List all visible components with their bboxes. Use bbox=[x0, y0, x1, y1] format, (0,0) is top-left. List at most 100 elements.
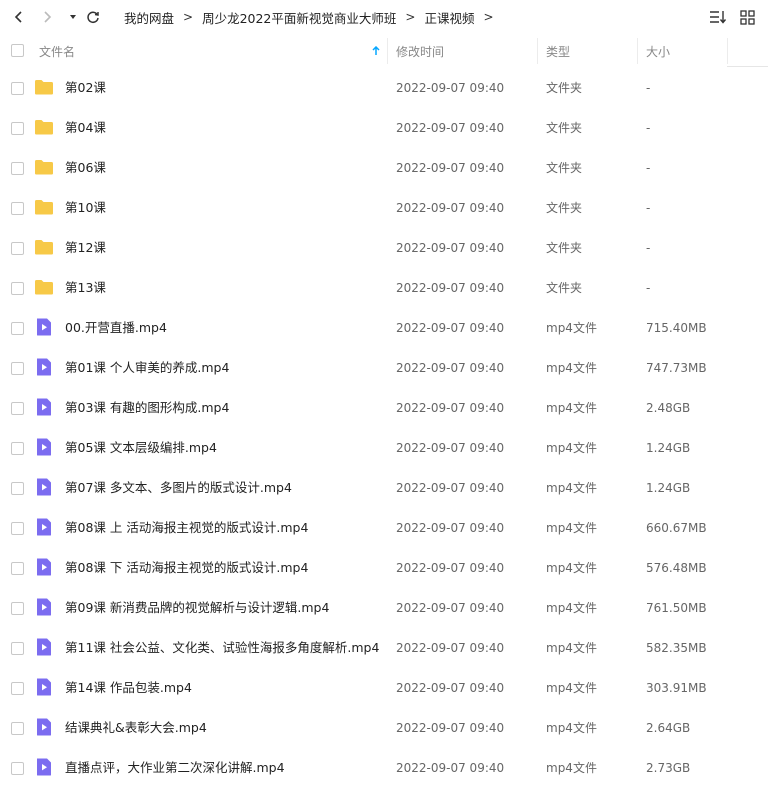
file-name[interactable]: 第09课 新消费品牌的视觉解析与设计逻辑.mp4 bbox=[65, 588, 329, 628]
sort-list-icon bbox=[710, 11, 727, 24]
refresh-button[interactable] bbox=[83, 7, 103, 27]
column-divider[interactable] bbox=[387, 38, 388, 64]
file-size: 2.64GB bbox=[646, 721, 691, 735]
file-name[interactable]: 第08课 上 活动海报主视觉的版式设计.mp4 bbox=[65, 508, 308, 548]
file-row[interactable]: 直播点评，大作业第二次深化讲解.mp4 2022-09-07 09:40 mp4文件… bbox=[0, 748, 768, 788]
file-type: mp4文件 bbox=[546, 761, 597, 775]
breadcrumb-item-my-drive[interactable]: 我的网盘 bbox=[124, 8, 174, 27]
folder-row[interactable]: 第06课 2022-09-07 09:40 文件夹 - bbox=[0, 148, 768, 188]
file-name[interactable]: 第02课 bbox=[65, 68, 106, 108]
column-divider[interactable] bbox=[637, 38, 638, 64]
breadcrumb-item-course[interactable]: 周少龙2022平面新视觉商业大师班 bbox=[202, 8, 396, 27]
row-checkbox[interactable] bbox=[11, 562, 24, 575]
row-checkbox[interactable] bbox=[11, 642, 24, 655]
grid-view-button[interactable] bbox=[738, 8, 756, 26]
file-type: 文件夹 bbox=[546, 81, 583, 95]
file-row[interactable]: 第03课 有趣的图形构成.mp4 2022-09-07 09:40 mp4文件 2.4… bbox=[0, 388, 768, 428]
file-type: 文件夹 bbox=[546, 121, 583, 135]
column-divider[interactable] bbox=[537, 38, 538, 64]
breadcrumb-separator: > bbox=[483, 10, 494, 24]
row-checkbox[interactable] bbox=[11, 202, 24, 215]
folder-row[interactable]: 第12课 2022-09-07 09:40 文件夹 - bbox=[0, 228, 768, 268]
file-modified-time: 2022-09-07 09:40 bbox=[396, 241, 505, 255]
file-row[interactable]: 第08课 下 活动海报主视觉的版式设计.mp4 2022-09-07 09:40 m… bbox=[0, 548, 768, 588]
column-divider[interactable] bbox=[727, 38, 728, 64]
row-checkbox[interactable] bbox=[11, 362, 24, 375]
file-row[interactable]: 第11课 社会公益、文化类、试验性海报多角度解析.mp4 2022-09-07 0… bbox=[0, 628, 768, 668]
file-name[interactable]: 第13课 bbox=[65, 268, 106, 308]
column-header-modified[interactable]: 修改时间 bbox=[396, 34, 444, 68]
file-name[interactable]: 第12课 bbox=[65, 228, 106, 268]
file-modified-time: 2022-09-07 09:40 bbox=[396, 321, 505, 335]
file-name[interactable]: 第05课 文本层级编排.mp4 bbox=[65, 428, 217, 468]
video-file-icon bbox=[34, 758, 54, 776]
file-name[interactable]: 结课典礼&表彰大会.mp4 bbox=[65, 708, 207, 748]
file-row[interactable]: 第01课 个人审美的养成.mp4 2022-09-07 09:40 mp4文件 747… bbox=[0, 348, 768, 388]
file-type: mp4文件 bbox=[546, 361, 597, 375]
file-name[interactable]: 第07课 多文本、多图片的版式设计.mp4 bbox=[65, 468, 292, 508]
file-row[interactable]: 结课典礼&表彰大会.mp4 2022-09-07 09:40 mp4文件 2.64GB bbox=[0, 708, 768, 748]
file-row[interactable]: 第05课 文本层级编排.mp4 2022-09-07 09:40 mp4文件 1.24… bbox=[0, 428, 768, 468]
file-name[interactable]: 第03课 有趣的图形构成.mp4 bbox=[65, 388, 229, 428]
row-checkbox[interactable] bbox=[11, 442, 24, 455]
row-checkbox[interactable] bbox=[11, 722, 24, 735]
file-name[interactable]: 第10课 bbox=[65, 188, 106, 228]
file-size: - bbox=[646, 121, 651, 135]
row-checkbox[interactable] bbox=[11, 82, 24, 95]
file-row[interactable]: 第08课 上 活动海报主视觉的版式设计.mp4 2022-09-07 09:40 m… bbox=[0, 508, 768, 548]
row-checkbox[interactable] bbox=[11, 282, 24, 295]
file-name[interactable]: 直播点评，大作业第二次深化讲解.mp4 bbox=[65, 748, 285, 788]
row-checkbox[interactable] bbox=[11, 522, 24, 535]
folder-icon bbox=[34, 118, 54, 136]
video-file-icon bbox=[34, 478, 54, 496]
file-type: mp4文件 bbox=[546, 321, 597, 335]
file-name[interactable]: 第01课 个人审美的养成.mp4 bbox=[65, 348, 229, 388]
row-checkbox[interactable] bbox=[11, 322, 24, 335]
row-checkbox[interactable] bbox=[11, 122, 24, 135]
file-modified-time: 2022-09-07 09:40 bbox=[396, 601, 505, 615]
file-size: 2.48GB bbox=[646, 401, 691, 415]
video-file-icon bbox=[34, 398, 54, 416]
toolbar: 我的网盘 > 周少龙2022平面新视觉商业大师班 > 正课视频 > bbox=[0, 0, 768, 34]
folder-row[interactable]: 第10课 2022-09-07 09:40 文件夹 - bbox=[0, 188, 768, 228]
sort-button[interactable] bbox=[709, 8, 727, 26]
refresh-icon bbox=[87, 11, 99, 24]
file-name[interactable]: 第06课 bbox=[65, 148, 106, 188]
row-checkbox[interactable] bbox=[11, 682, 24, 695]
video-file-icon bbox=[34, 558, 54, 576]
file-type: mp4文件 bbox=[546, 561, 597, 575]
file-name[interactable]: 00.开营直播.mp4 bbox=[65, 308, 167, 348]
folder-row[interactable]: 第13课 2022-09-07 09:40 文件夹 - bbox=[0, 268, 768, 308]
column-header-name[interactable]: 文件名 bbox=[39, 34, 75, 68]
file-row[interactable]: 00.开营直播.mp4 2022-09-07 09:40 mp4文件 715.40MB bbox=[0, 308, 768, 348]
file-size: 576.48MB bbox=[646, 561, 707, 575]
column-header-size[interactable]: 大小 bbox=[646, 34, 670, 68]
video-file-icon bbox=[34, 638, 54, 656]
file-name[interactable]: 第14课 作品包装.mp4 bbox=[65, 668, 192, 708]
folder-row[interactable]: 第04课 2022-09-07 09:40 文件夹 - bbox=[0, 108, 768, 148]
row-checkbox[interactable] bbox=[11, 762, 24, 775]
row-checkbox[interactable] bbox=[11, 242, 24, 255]
breadcrumb-item-videos[interactable]: 正课视频 bbox=[424, 8, 474, 27]
video-file-icon bbox=[34, 598, 54, 616]
file-name[interactable]: 第08课 下 活动海报主视觉的版式设计.mp4 bbox=[65, 548, 308, 588]
file-row[interactable]: 第09课 新消费品牌的视觉解析与设计逻辑.mp4 2022-09-07 09:40… bbox=[0, 588, 768, 628]
row-checkbox[interactable] bbox=[11, 482, 24, 495]
file-name[interactable]: 第11课 社会公益、文化类、试验性海报多角度解析.mp4 bbox=[65, 628, 379, 668]
file-size: - bbox=[646, 201, 651, 215]
file-name[interactable]: 第04课 bbox=[65, 108, 106, 148]
history-dropdown-button[interactable] bbox=[63, 7, 83, 27]
file-modified-time: 2022-09-07 09:40 bbox=[396, 441, 505, 455]
row-checkbox[interactable] bbox=[11, 162, 24, 175]
row-checkbox[interactable] bbox=[11, 602, 24, 615]
file-type: mp4文件 bbox=[546, 721, 597, 735]
row-checkbox[interactable] bbox=[11, 402, 24, 415]
back-button[interactable] bbox=[9, 7, 29, 27]
file-row[interactable]: 第14课 作品包装.mp4 2022-09-07 09:40 mp4文件 303.91… bbox=[0, 668, 768, 708]
folder-row[interactable]: 第02课 2022-09-07 09:40 文件夹 - bbox=[0, 68, 768, 108]
select-all-checkbox[interactable] bbox=[11, 44, 24, 57]
video-file-icon bbox=[34, 318, 54, 336]
file-row[interactable]: 第07课 多文本、多图片的版式设计.mp4 2022-09-07 09:40 mp4… bbox=[0, 468, 768, 508]
column-header-type[interactable]: 类型 bbox=[546, 34, 570, 68]
forward-button[interactable] bbox=[37, 7, 57, 27]
